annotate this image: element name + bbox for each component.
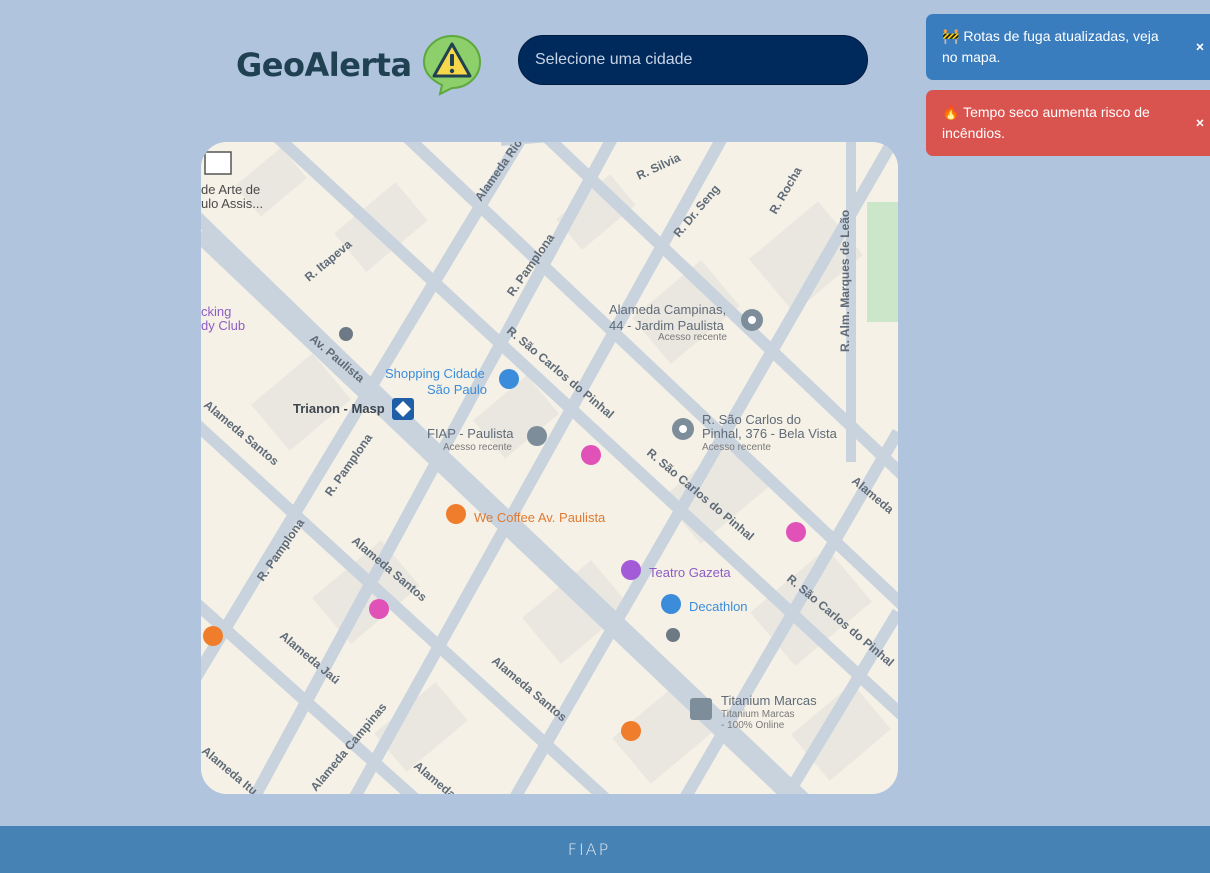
place-label: de Arte de ulo Assis... — [201, 182, 263, 211]
shopping-bag-icon — [499, 369, 519, 389]
notification-text: Rotas de fuga atualizadas, veja no mapa. — [942, 28, 1159, 65]
hotel-icon[interactable] — [369, 599, 389, 619]
shopping-bag-icon — [661, 594, 681, 614]
map-view[interactable]: Alameda Rio Claro R. Silvia R. Dr. Seng … — [201, 142, 898, 794]
place-label: FIAP - Paulista — [427, 426, 514, 441]
place-sublabel: Titanium Marcas - 100% Online — [721, 709, 795, 731]
place-label: Titanium Marcas — [721, 693, 817, 708]
museum-icon — [204, 151, 232, 175]
place-label: Decathlon — [689, 599, 748, 614]
restaurant-icon[interactable] — [203, 626, 223, 646]
school-icon — [527, 426, 547, 446]
place-label: Alameda Campinas, 44 - Jardim Paulista — [609, 302, 726, 333]
close-icon[interactable]: × — [1196, 113, 1204, 134]
notification-escape-routes: 🚧 Rotas de fuga atualizadas, veja no map… — [926, 14, 1210, 80]
place-label: Trianon - Masp — [293, 401, 385, 416]
theater-icon — [621, 560, 641, 580]
recent-label: Acesso recente — [443, 442, 512, 453]
hotel-icon[interactable] — [786, 522, 806, 542]
close-icon[interactable]: × — [1196, 37, 1204, 58]
store-icon — [690, 698, 712, 720]
city-select[interactable]: Selecione uma cidade — [518, 35, 868, 85]
restaurant-icon[interactable] — [621, 721, 641, 741]
coffee-icon — [446, 504, 466, 524]
bus-stop-icon[interactable] — [339, 327, 353, 341]
place-label: Teatro Gazeta — [649, 565, 731, 580]
street-label: R. Alm. Marques de Leão — [838, 210, 852, 352]
recent-label: Acesso recente — [702, 442, 771, 453]
place-label: We Coffee Av. Paulista — [474, 510, 606, 525]
alert-bubble-icon — [422, 34, 481, 96]
fire-icon: 🔥 — [942, 104, 960, 120]
bus-stop-icon[interactable] — [666, 628, 680, 642]
map-canvas[interactable]: Alameda Rio Claro R. Silvia R. Dr. Seng … — [201, 142, 898, 794]
hotel-icon[interactable] — [581, 445, 601, 465]
recent-label: Acesso recente — [658, 332, 727, 343]
brand-name: GeoAlerta — [236, 46, 412, 84]
notification-text: Tempo seco aumenta risco de incêndios. — [942, 104, 1150, 141]
city-select-placeholder: Selecione uma cidade — [535, 51, 693, 68]
footer: FIAP — [0, 826, 1210, 873]
brand-logo[interactable]: GeoAlerta — [236, 34, 482, 96]
notification-fire-risk: 🔥 Tempo seco aumenta risco de incêndios.… — [926, 90, 1210, 156]
fiap-logo: FIAP — [567, 840, 611, 859]
construction-icon: 🚧 — [942, 28, 960, 44]
